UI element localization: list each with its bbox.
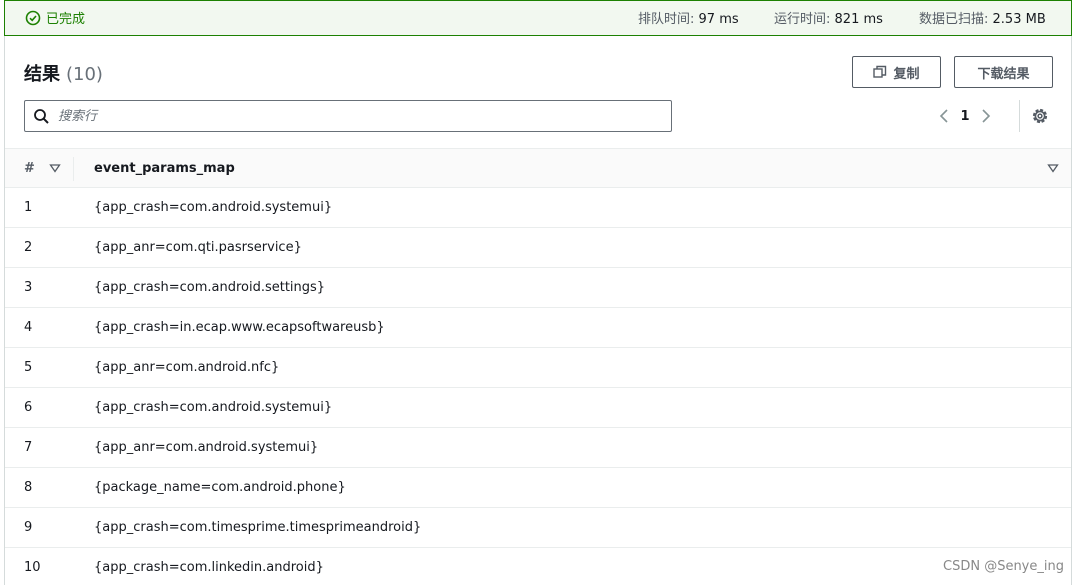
run-time-label: 运行时间: (774, 12, 831, 27)
row-index: 6 (24, 400, 33, 415)
data-scanned: 数据已扫描: 2.53 MB (919, 8, 1046, 27)
table-row[interactable]: 5 {app_anr=com.android.nfc} (5, 348, 1071, 388)
watermark: CSDN @Senye_ing (943, 559, 1064, 574)
table-row[interactable]: 1 {app_crash=com.android.systemui} (5, 188, 1071, 228)
row-value: {app_anr=com.qti.pasrservice} (94, 240, 302, 255)
row-index: 3 (24, 280, 33, 295)
table-row[interactable]: 2 {app_anr=com.qti.pasrservice} (5, 228, 1071, 268)
row-index: 9 (24, 520, 33, 535)
download-button-label: 下载结果 (977, 66, 1030, 82)
data-scanned-label: 数据已扫描: (919, 12, 989, 27)
row-value: {app_crash=com.linkedin.android} (94, 560, 324, 575)
row-index: 8 (24, 480, 33, 495)
data-scanned-value: 2.53 MB (992, 12, 1046, 27)
copy-button-label: 复制 (893, 66, 920, 82)
table-row[interactable]: 7 {app_anr=com.android.systemui} (5, 428, 1071, 468)
download-results-button[interactable]: 下载结果 (954, 56, 1053, 88)
row-value: {app_anr=com.android.nfc} (94, 360, 280, 375)
row-value: {app_crash=com.timesprime.timesprimeandr… (94, 520, 422, 535)
chevron-left-icon (939, 109, 948, 123)
row-index: 2 (24, 240, 33, 255)
table-header: # event_params_map (5, 148, 1071, 188)
status-bar: 已完成 排队时间: 97 ms 运行时间: 821 ms 数据已扫描: 2.53… (4, 0, 1072, 36)
queue-time-value: 97 ms (698, 12, 739, 27)
current-page[interactable]: 1 (954, 109, 976, 124)
table-row[interactable]: 6 {app_crash=com.android.systemui} (5, 388, 1071, 428)
status-text: 已完成 (46, 12, 86, 27)
search-field[interactable] (24, 100, 672, 132)
queue-time: 排队时间: 97 ms (638, 8, 739, 27)
check-circle-icon (25, 10, 41, 25)
table-row[interactable]: 9 {app_crash=com.timesprime.timesprimeand… (5, 508, 1071, 548)
table-row[interactable]: 10 {app_crash=com.linkedin.android} (5, 548, 1071, 588)
row-index: 5 (24, 360, 33, 375)
row-index: 1 (24, 200, 33, 215)
queue-time-label: 排队时间: (638, 12, 695, 27)
column-header-event-params-map[interactable]: event_params_map (94, 161, 235, 176)
search-icon (34, 108, 49, 124)
copy-icon (873, 65, 887, 78)
results-heading: 结果 (10) (24, 60, 103, 86)
pagination: 1 (934, 104, 996, 128)
row-value: {app_crash=in.ecap.www.ecapsoftwareusb} (94, 320, 385, 335)
row-value: {app_crash=com.android.systemui} (94, 400, 333, 415)
pager-divider (1019, 100, 1020, 132)
row-value: {package_name=com.android.phone} (94, 480, 346, 495)
results-count: (10) (66, 64, 103, 85)
run-time: 运行时间: 821 ms (774, 8, 883, 27)
results-title: 结果 (24, 64, 60, 85)
gear-icon[interactable] (1030, 106, 1050, 126)
sort-down-icon[interactable] (49, 162, 61, 174)
copy-button[interactable]: 复制 (852, 56, 941, 88)
row-index: 10 (24, 560, 41, 575)
next-page-button[interactable] (976, 104, 996, 128)
search-input[interactable] (56, 107, 640, 125)
column-header-index: # (24, 161, 35, 176)
status-indicator: 已完成 (25, 8, 85, 27)
table-row[interactable]: 8 {package_name=com.android.phone} (5, 468, 1071, 508)
column-divider (73, 157, 74, 181)
run-time-value: 821 ms (834, 12, 883, 27)
row-value: {app_crash=com.android.settings} (94, 280, 326, 295)
sort-down-icon[interactable] (1047, 162, 1059, 174)
row-value: {app_anr=com.android.systemui} (94, 440, 319, 455)
row-value: {app_crash=com.android.systemui} (94, 200, 333, 215)
chevron-right-icon (982, 109, 991, 123)
results-table: # event_params_map 1 {app_crash=com.andro… (5, 148, 1071, 588)
prev-page-button[interactable] (934, 104, 954, 128)
row-index: 7 (24, 440, 33, 455)
table-row[interactable]: 3 {app_crash=com.android.settings} (5, 268, 1071, 308)
row-index: 4 (24, 320, 33, 335)
table-row[interactable]: 4 {app_crash=in.ecap.www.ecapsoftwareusb} (5, 308, 1071, 348)
